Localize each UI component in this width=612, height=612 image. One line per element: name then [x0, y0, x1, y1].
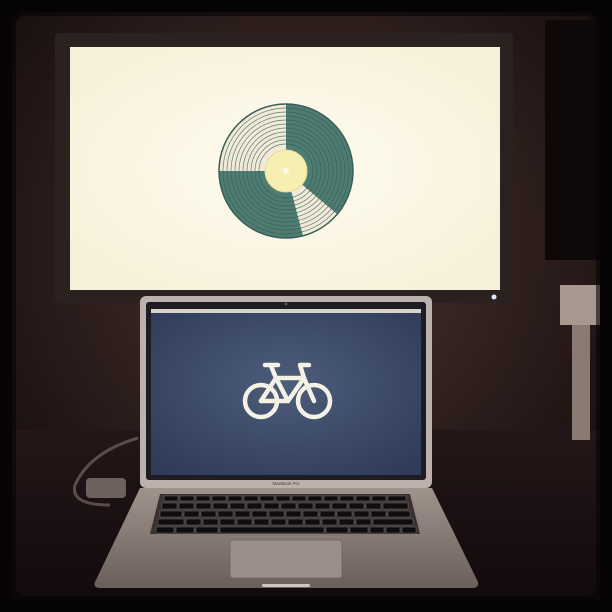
laptop-menu-bar [151, 309, 421, 313]
vinyl-record-icon [218, 103, 354, 239]
power-adapter [86, 478, 126, 498]
laptop-screen [151, 309, 421, 475]
laptop-camera [284, 302, 288, 306]
monitor-power-light [491, 294, 497, 300]
scene-svg: MacBook Pro [0, 0, 612, 612]
laptop-front-notch [262, 584, 310, 587]
right-stand-plate [560, 285, 600, 325]
right-speaker [545, 20, 600, 260]
right-stand-pole [572, 325, 590, 440]
laptop-trackpad [229, 539, 343, 579]
photo-scene: MacBook Pro [0, 0, 612, 612]
laptop-brand-label: MacBook Pro [272, 481, 300, 486]
